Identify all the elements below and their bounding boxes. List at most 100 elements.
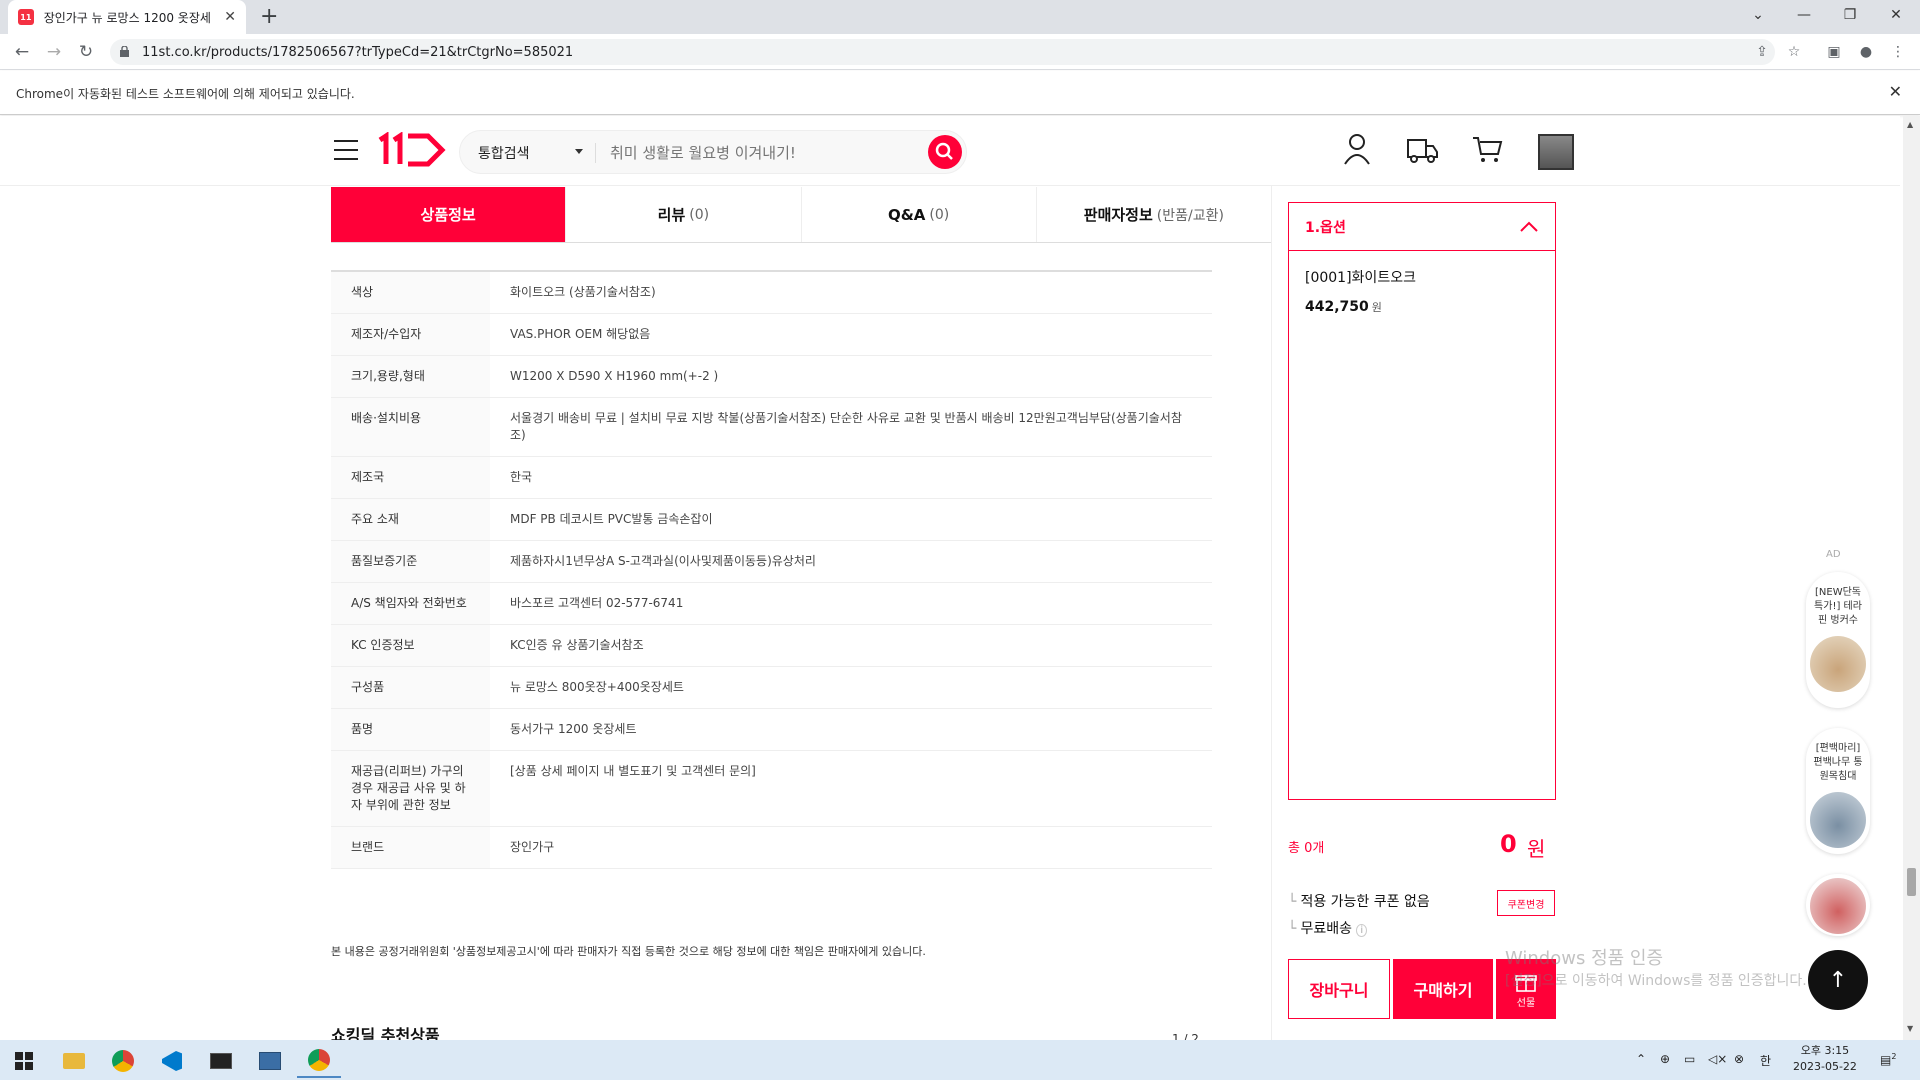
recent-product-thumbnail[interactable] [1538, 134, 1574, 170]
chevron-up-icon[interactable] [1519, 221, 1539, 233]
network-icon[interactable]: ⊕ [1660, 1052, 1670, 1066]
product-tab-bar: 상품정보 리뷰 (0) Q&A (0) 판매자정보 (반품/교환) [331, 187, 1271, 243]
windows-start-icon[interactable] [2, 1044, 46, 1078]
row-key: 색상 [331, 272, 490, 313]
reload-icon[interactable]: ↻ [74, 40, 98, 64]
row-key: 배송·설치비용 [331, 398, 490, 456]
file-explorer-icon[interactable] [52, 1044, 96, 1078]
notification-icon[interactable]: ▤2 [1880, 1052, 1896, 1067]
search-button[interactable] [928, 135, 962, 169]
search-input[interactable] [610, 141, 910, 165]
price-value: 442,750 [1305, 299, 1369, 315]
bookmark-star-icon[interactable]: ☆ [1784, 42, 1804, 62]
chrome-active-icon[interactable] [297, 1044, 341, 1078]
row-key: 제조자/수입자 [331, 314, 490, 355]
table-row: 주요 소재 MDF PB 데코시트 PVC발통 금속손잡이 [331, 499, 1212, 541]
add-to-cart-button[interactable]: 장바구니 [1288, 959, 1390, 1019]
search-icon [935, 142, 953, 160]
11st-logo[interactable] [376, 132, 446, 168]
row-key: 주요 소재 [331, 499, 490, 540]
search-divider [595, 143, 596, 163]
search-box: 통합검색 [459, 130, 967, 174]
delivery-truck-icon[interactable] [1405, 132, 1439, 166]
terminal-icon[interactable] [199, 1044, 243, 1078]
search-category-select[interactable]: 통합검색 [478, 143, 530, 163]
arrow-up-icon: ↑ [1828, 967, 1848, 993]
status-icon[interactable]: ⊗ [1734, 1052, 1744, 1066]
total-quantity: 총 0개 [1288, 841, 1325, 856]
ad-card[interactable]: [NEW단독특가!] 테라핀 벙커수 [1806, 572, 1870, 708]
shopping-cart-icon[interactable] [1470, 132, 1504, 166]
table-row: 품질보증기준 제품하자시1년무상A S-고객과실(이사및제품이동등)유상처리 [331, 541, 1212, 583]
option-item[interactable]: [0001]화이트오크 442,750 원 [1289, 251, 1555, 331]
back-icon[interactable]: ← [10, 40, 34, 64]
restore-icon[interactable]: ❐ [1827, 0, 1873, 30]
ad-text: [NEW단독특가!] 테라핀 벙커수 [1814, 587, 1862, 626]
ime-indicator[interactable]: 한 [1760, 1052, 1771, 1069]
buy-now-button[interactable]: 구매하기 [1393, 959, 1493, 1019]
scroll-to-top-button[interactable]: ↑ [1808, 950, 1868, 1010]
table-row: 구성품 뉴 로망스 800옷장+400옷장세트 [331, 667, 1212, 709]
ad-card[interactable]: [편백마리]편백나무 통원목침대 [1806, 728, 1870, 854]
tab-title: 장인가구 뉴 로망스 1200 옷장세 [43, 10, 211, 25]
minimize-icon[interactable]: — [1781, 0, 1827, 30]
option-item-price: 442,750 원 [1305, 299, 1539, 315]
row-value: 제품하자시1년무상A S-고객과실(이사및제품이동등)유상처리 [510, 554, 816, 568]
tab-count: (0) [689, 206, 710, 223]
python-app-icon[interactable] [248, 1044, 292, 1078]
tab-reviews[interactable]: 리뷰 (0) [566, 187, 802, 242]
address-bar[interactable]: 11st.co.kr/products/1782506567?trTypeCd=… [110, 39, 1775, 65]
row-value: 서울경기 배송비 무료 | 설치비 무료 지방 착불(상품기술서참조) 단순한 … [510, 411, 1182, 442]
coupon-change-button[interactable]: 쿠폰변경 [1497, 890, 1555, 916]
info-icon[interactable]: i [1356, 924, 1368, 937]
clock-date: 2023-05-22 [1793, 1060, 1857, 1073]
infobar-close-icon[interactable]: ✕ [1889, 82, 1902, 101]
volume-icon[interactable]: ◁× [1708, 1052, 1727, 1066]
scroll-thumb[interactable] [1907, 868, 1916, 896]
option-header[interactable]: 1.옵션 [1289, 203, 1555, 251]
tab-close-icon[interactable]: ✕ [224, 9, 236, 25]
window-close-icon[interactable]: ✕ [1873, 0, 1919, 30]
row-value: KC인증 유 상품기술서참조 [510, 638, 644, 652]
tab-seller-info[interactable]: 판매자정보 (반품/교환) [1036, 187, 1271, 242]
tab-search-icon[interactable]: ⌄ [1735, 0, 1781, 30]
product-info-table: 색상 화이트오크 (상품기술서참조) 제조자/수입자 VAS.PHOR OEM 해당… [331, 270, 1212, 869]
legal-notice: 본 내용은 공정거래위원회 '상품정보제공고시'에 따라 판매자가 직접 등록한… [331, 945, 926, 958]
my-account-icon[interactable] [1342, 132, 1372, 166]
url-text: 11st.co.kr/products/1782506567?trTypeCd=… [142, 45, 574, 60]
menu-kebab-icon[interactable]: ⋮ [1888, 42, 1908, 62]
table-row: KC 인증정보 KC인증 유 상품기술서참조 [331, 625, 1212, 667]
shipping-text: 무료배송 [1300, 921, 1352, 937]
gift-label: 선물 [1516, 997, 1536, 1009]
ad-text: [편백마리]편백나무 통원목침대 [1813, 743, 1863, 782]
forward-icon[interactable]: → [42, 40, 66, 64]
profile-icon[interactable]: ● [1856, 42, 1876, 62]
ad-card[interactable] [1806, 874, 1870, 936]
system-clock[interactable]: 오후 3:15 2023-05-22 [1793, 1043, 1857, 1075]
scroll-down-arrow-icon[interactable]: ▼ [1907, 1024, 1913, 1033]
tray-overflow-icon[interactable]: ⌃ [1636, 1052, 1646, 1066]
tab-label: 상품정보 [420, 206, 476, 224]
side-panel-icon[interactable]: ▣ [1824, 42, 1844, 62]
tab-qna[interactable]: Q&A (0) [801, 187, 1037, 242]
coupon-text: 적용 가능한 쿠폰 없음 [1300, 894, 1430, 910]
row-value: [상품 상세 페이지 내 별도표기 및 고객센터 문의] [510, 764, 756, 778]
table-row: 제조자/수입자 VAS.PHOR OEM 해당없음 [331, 314, 1212, 356]
row-value: 바스포르 고객센터 02-577-6741 [510, 596, 684, 610]
browser-tab[interactable]: 11 장인가구 뉴 로망스 1200 옷장세 ✕ [8, 0, 246, 34]
tab-product-info[interactable]: 상품정보 [331, 187, 567, 242]
column-divider [1271, 186, 1272, 1040]
table-row: 제조국 한국 [331, 457, 1212, 499]
vscode-icon[interactable] [150, 1044, 194, 1078]
display-icon[interactable]: ▭ [1684, 1052, 1695, 1066]
row-key: 브랜드 [331, 827, 490, 868]
hamburger-menu-icon[interactable] [334, 140, 358, 160]
chrome-icon[interactable] [101, 1044, 145, 1078]
total-price-unit: 원 [1527, 837, 1546, 861]
notification-count: 2 [1891, 1052, 1897, 1061]
scroll-up-arrow-icon[interactable]: ▲ [1907, 120, 1913, 129]
page-scrollbar[interactable]: ▲ ▼ [1903, 116, 1920, 1040]
table-row: 브랜드 장인가구 [331, 827, 1212, 869]
share-icon[interactable]: ⇪ [1752, 42, 1772, 62]
new-tab-icon[interactable]: + [260, 4, 278, 29]
